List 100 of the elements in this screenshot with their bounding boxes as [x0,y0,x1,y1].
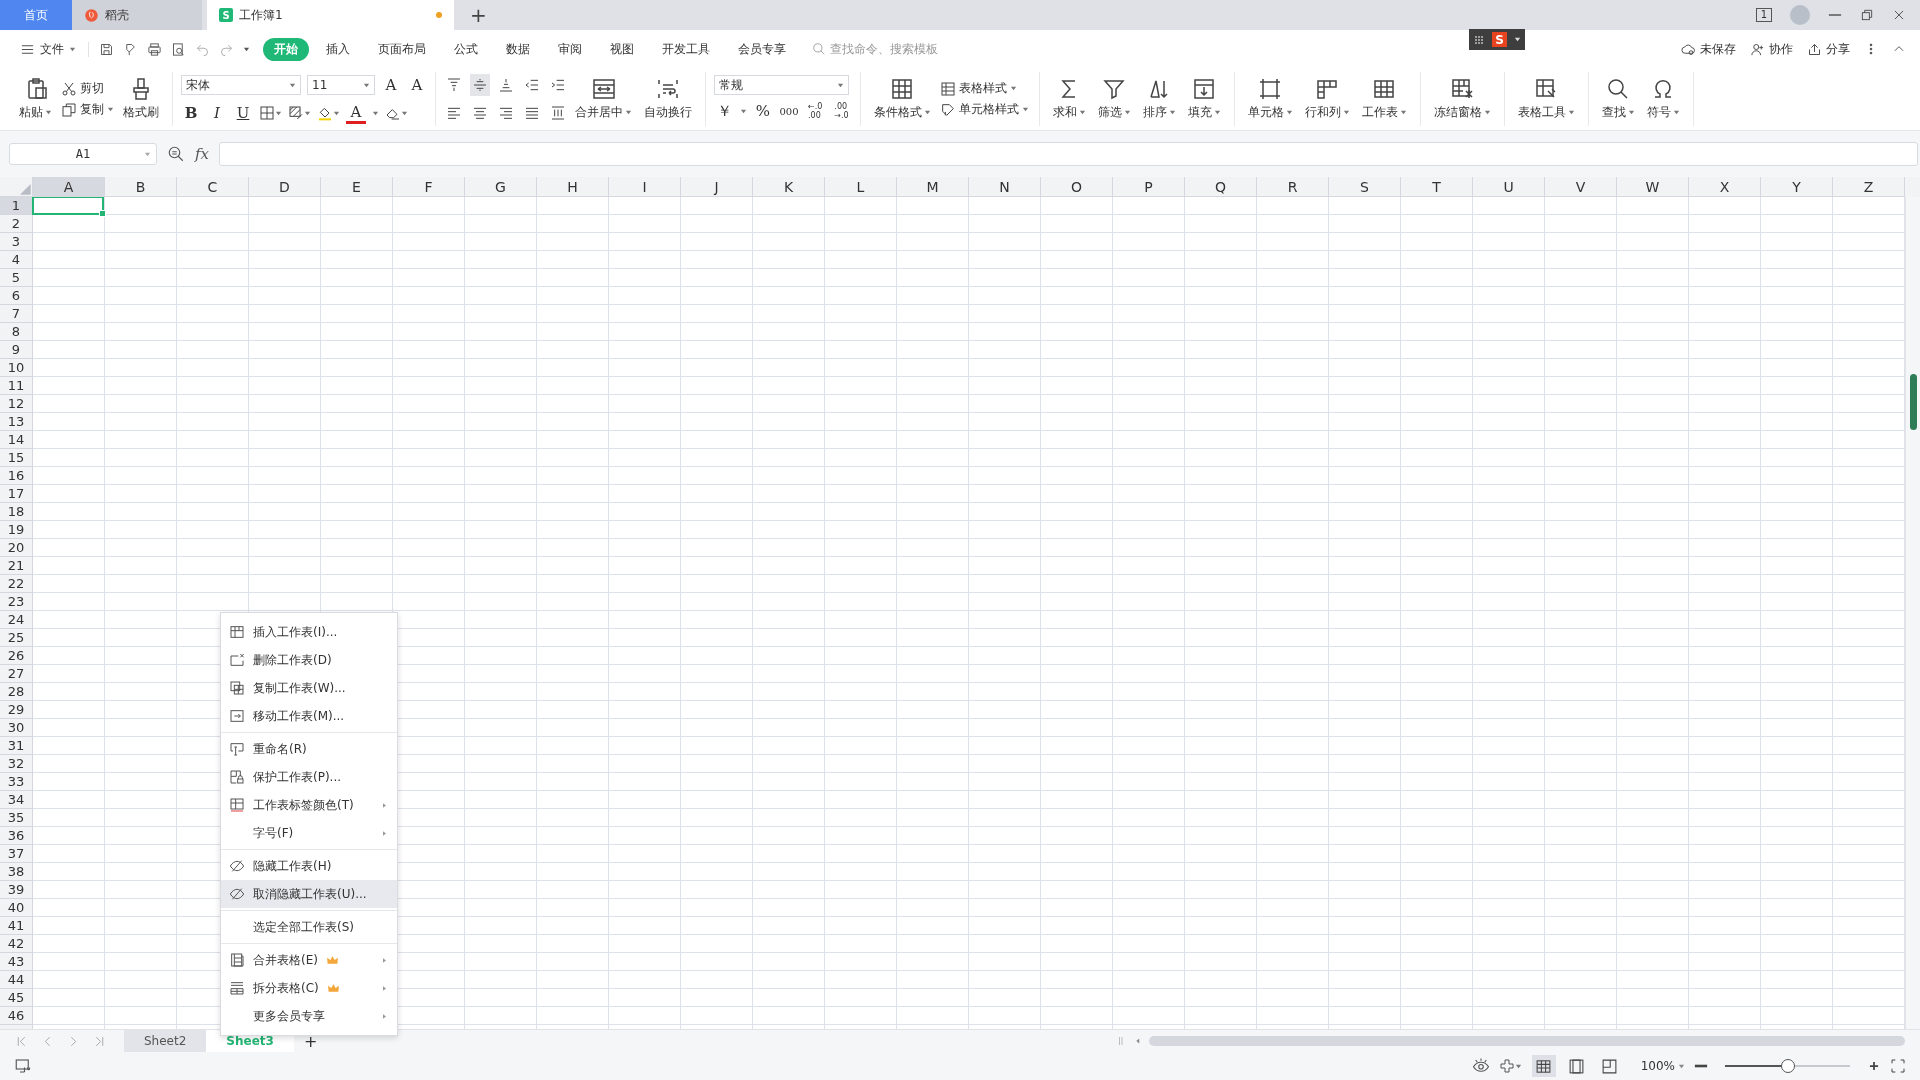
underline-button[interactable]: U [233,102,253,124]
document-tab[interactable]: S 工作簿1 [207,0,454,30]
vertical-scrollbar[interactable] [1905,197,1920,1029]
add-sheet-button[interactable]: + [293,1031,328,1051]
new-tab-button[interactable]: + [454,0,503,30]
row-header[interactable]: 45 [0,989,32,1007]
font-dropdown[interactable]: 宋体 [181,75,301,95]
grow-font-button[interactable]: A [381,74,401,96]
row-header[interactable]: 42 [0,935,32,953]
toolbar-button[interactable]: 分享 [1807,40,1850,58]
column-header[interactable]: C [177,177,249,197]
row-header[interactable]: 3 [0,233,32,251]
ribbon-button[interactable]: 表格工具 [1512,77,1580,121]
menu-item[interactable]: 重命名(R) [221,735,397,763]
row-header[interactable]: 8 [0,323,32,341]
row-header[interactable]: 44 [0,971,32,989]
percent-button[interactable]: % [753,100,773,122]
menu-tab[interactable]: 审阅 [547,37,593,61]
selected-cell[interactable] [32,197,104,215]
ribbon-button[interactable]: 排序 [1137,77,1181,121]
row-header[interactable]: 29 [0,701,32,719]
column-header[interactable]: M [897,177,969,197]
document-tab[interactable]: 首页 [0,0,72,30]
column-header[interactable]: J [681,177,753,197]
row-header[interactable]: 40 [0,899,32,917]
row-header[interactable]: 4 [0,251,32,269]
shrink-font-button[interactable]: A [407,74,427,96]
row-header[interactable]: 14 [0,431,32,449]
column-header[interactable]: I [609,177,681,197]
thousands-button[interactable]: 000 [779,100,799,122]
column-header[interactable]: S [1329,177,1401,197]
column-header[interactable]: G [465,177,537,197]
ribbon-button[interactable]: 行和列 [1299,77,1355,121]
row-header[interactable]: 26 [0,647,32,665]
menu-tab[interactable]: 开发工具 [651,37,721,61]
column-header[interactable]: Y [1761,177,1833,197]
bold-button[interactable]: B [181,102,201,124]
menu-tab[interactable]: 公式 [443,37,489,61]
ime-toolbar[interactable]: S [1469,29,1525,50]
ribbon-button[interactable]: 单元格 [1242,77,1298,121]
font-size-dropdown[interactable]: 11 [307,75,375,95]
row-header[interactable]: 16 [0,467,32,485]
row-header[interactable]: 33 [0,773,32,791]
menu-item[interactable]: 移动工作表(M)... [221,702,397,730]
menu-item[interactable]: 合并表格(E) [221,946,397,974]
row-header[interactable]: 9 [0,341,32,359]
column-header[interactable]: E [321,177,393,197]
row-header[interactable]: 12 [0,395,32,413]
menu-tab[interactable]: 数据 [495,37,541,61]
ribbon-button[interactable]: 自动换行 [639,77,697,121]
ribbon-button[interactable]: 粘贴 [14,77,57,121]
row-header[interactable]: 21 [0,557,32,575]
menu-tab[interactable]: 插入 [315,37,361,61]
row-header[interactable]: 11 [0,377,32,395]
horizontal-scrollbar[interactable] [1149,1036,1905,1046]
ribbon-button[interactable]: 符号 [1641,77,1685,121]
column-header[interactable]: U [1473,177,1545,197]
row-header[interactable]: 5 [0,269,32,287]
menu-tab[interactable]: 页面布局 [367,37,437,61]
row-header[interactable]: 35 [0,809,32,827]
row-header[interactable]: 41 [0,917,32,935]
menu-item[interactable]: 字号(F) [221,819,397,847]
ribbon-button[interactable]: 合并居中 [570,77,637,121]
menu-tab[interactable]: 视图 [599,37,645,61]
sheet-tab[interactable]: Sheet2 [124,1030,207,1052]
row-header[interactable]: 7 [0,305,32,323]
row-header[interactable]: 13 [0,413,32,431]
row-header[interactable]: 38 [0,863,32,881]
column-header[interactable]: B [105,177,177,197]
slider-thumb[interactable] [1780,1059,1795,1073]
row-header[interactable]: 34 [0,791,32,809]
menu-item[interactable]: 选定全部工作表(S) [221,913,397,941]
menu-item[interactable]: 隐藏工作表(H) [221,852,397,880]
row-header[interactable]: 37 [0,845,32,863]
menu-tab[interactable]: 会员专享 [727,37,797,61]
row-header[interactable]: 39 [0,881,32,899]
row-header[interactable]: 18 [0,503,32,521]
row-header[interactable]: 17 [0,485,32,503]
row-header[interactable]: 31 [0,737,32,755]
menu-item[interactable]: 插入工作表(I)... [221,618,397,646]
ribbon-button[interactable]: 求和 [1047,77,1091,121]
ribbon-button[interactable]: 表格样式 [937,80,1031,97]
ribbon-button[interactable]: 工作表 [1356,77,1412,121]
column-header[interactable]: W [1617,177,1689,197]
ribbon-button[interactable]: 单元格样式 [937,101,1031,118]
currency-button[interactable]: ￥ [714,100,734,122]
menu-item[interactable]: 保护工作表(P)... [221,763,397,791]
ribbon-button[interactable]: 填充 [1182,77,1226,121]
scrollbar-thumb[interactable] [1909,374,1917,430]
menu-item[interactable]: 拆分表格(C) [221,974,397,1002]
row-header[interactable]: 19 [0,521,32,539]
column-header[interactable]: P [1113,177,1185,197]
row-header[interactable]: 27 [0,665,32,683]
column-header[interactable]: V [1545,177,1617,197]
column-header[interactable]: Z [1833,177,1905,197]
file-menu[interactable]: 文件 [14,40,82,58]
column-header[interactable]: A [33,177,105,197]
name-box[interactable]: A1 [9,143,157,165]
column-header[interactable]: N [969,177,1041,197]
row-header[interactable]: 46 [0,1007,32,1025]
